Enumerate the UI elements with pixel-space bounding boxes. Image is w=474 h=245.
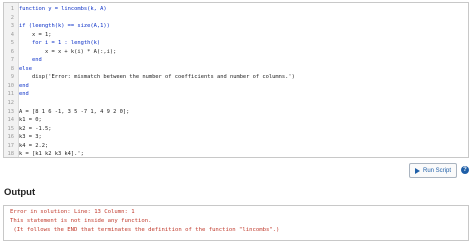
- code-line[interactable]: 4 x = 1;: [4, 31, 468, 40]
- code-line[interactable]: 13 A = [8 1 6 -1, 3 5 -7 1, 4 9 2 0];: [4, 108, 468, 117]
- code-line[interactable]: 15 k2 = -1.5;: [4, 125, 468, 134]
- code-line[interactable]: 5 for i = 1 : length(k): [4, 39, 468, 48]
- line-number: 5: [10, 40, 14, 47]
- code-line[interactable]: 1 function y = lincombs(k, A): [4, 5, 468, 14]
- line-number: 2: [10, 14, 14, 21]
- output-title: Output: [4, 187, 36, 198]
- code-line[interactable]: 7 end: [4, 56, 468, 65]
- line-number: 4: [10, 31, 14, 38]
- line-number: 18: [7, 151, 15, 158]
- code-text[interactable]: x = x + k(i) * A(:,i);: [16, 48, 116, 57]
- code-line[interactable]: 3 if (leength(k) == size(A,1)): [4, 22, 468, 31]
- code-text[interactable]: k2 = -1.5;: [16, 125, 51, 134]
- error-line-1: Error in solution: Line: 13 Column: 1: [10, 209, 135, 215]
- line-number: 6: [10, 48, 14, 55]
- code-text[interactable]: else: [16, 65, 32, 74]
- code-text[interactable]: k1 = 0;: [16, 116, 42, 125]
- code-text[interactable]: end: [16, 82, 29, 91]
- code-text[interactable]: end: [16, 56, 42, 65]
- code-text[interactable]: k = [k1 k2 k3 k4].';: [16, 150, 84, 157]
- line-number: 1: [10, 6, 14, 12]
- code-text[interactable]: x = 1;: [16, 31, 52, 40]
- line-number: 17: [7, 142, 15, 149]
- code-line[interactable]: 17 k4 = 2.2;: [4, 142, 468, 151]
- output-panel: Error in solution: Line: 13 Column: 1 Th…: [3, 205, 469, 241]
- code-text[interactable]: end: [16, 90, 29, 99]
- code-text[interactable]: k3 = 3;: [16, 133, 42, 142]
- line-number: 7: [10, 57, 14, 64]
- code-text[interactable]: k4 = 2.2;: [16, 142, 48, 151]
- code-text[interactable]: function y = lincombs(k, A): [16, 5, 107, 14]
- run-script-button[interactable]: Run Script: [409, 163, 457, 178]
- run-script-label: Run Script: [422, 167, 451, 174]
- line-number: 11: [7, 91, 15, 98]
- code-line[interactable]: 8 else: [4, 65, 468, 74]
- code-line[interactable]: 11 end: [4, 90, 468, 99]
- line-number: 9: [10, 74, 14, 81]
- play-icon: [414, 167, 420, 174]
- code-line[interactable]: 12: [4, 99, 468, 108]
- line-number: 10: [7, 82, 15, 89]
- help-icon[interactable]: ?: [461, 166, 469, 174]
- code-text[interactable]: disp('Error: mismatch between the number…: [16, 73, 295, 82]
- code-line[interactable]: 18 k = [k1 k2 k3 k4].';: [4, 150, 468, 158]
- line-number: 3: [10, 23, 14, 30]
- error-line-3: (It follows the END that terminates the …: [10, 226, 280, 233]
- line-number: 8: [10, 65, 14, 72]
- code-line[interactable]: 2: [4, 14, 468, 23]
- code-text[interactable]: for i = 1 : length(k): [16, 39, 100, 48]
- code-line[interactable]: 6 x = x + k(i) * A(:,i);: [4, 48, 468, 57]
- line-number: 16: [7, 134, 15, 141]
- code-text[interactable]: A = [8 1 6 -1, 3 5 -7 1, 4 9 2 0];: [16, 108, 129, 117]
- code-text[interactable]: if (leength(k) == size(A,1)): [16, 22, 110, 31]
- code-lines[interactable]: 1 function y = lincombs(k, A) 2 3 if (leengt…: [4, 5, 468, 158]
- code-line[interactable]: 9 disp('Error: mismatch between the numb…: [4, 73, 468, 82]
- line-number: 14: [7, 117, 15, 124]
- code-editor[interactable]: 1 function y = lincombs(k, A) 2 3 if (leengt…: [3, 2, 469, 158]
- code-line[interactable]: 14 k1 = 0;: [4, 116, 468, 125]
- code-line[interactable]: 16 k3 = 3;: [4, 133, 468, 142]
- error-line-2: This statement is not inside any functio…: [10, 217, 152, 224]
- line-number: 15: [7, 125, 15, 132]
- line-number: 13: [7, 108, 15, 115]
- line-number: 12: [7, 100, 15, 107]
- code-line[interactable]: 10 end: [4, 82, 468, 91]
